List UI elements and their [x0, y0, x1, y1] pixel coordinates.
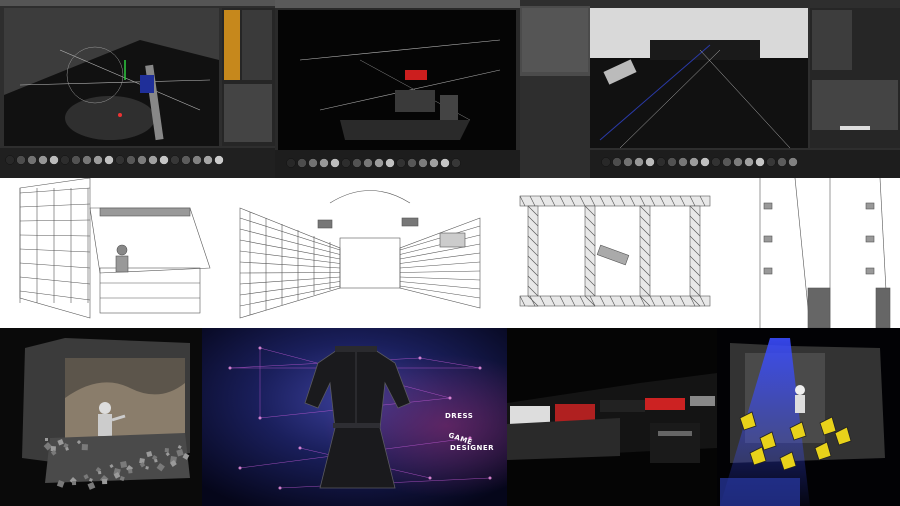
software-screenshots-row — [0, 0, 900, 178]
wireframe-sketches-svg — [0, 178, 891, 328]
wireframe-tunnel — [239, 190, 481, 319]
software-screenshots-svg — [0, 0, 900, 178]
3d-viewport-camera — [275, 0, 520, 178]
render-club-interior — [507, 328, 717, 506]
3d-viewport-stage — [520, 0, 900, 178]
render-rock-booth — [0, 328, 202, 506]
3d-viewport-perspective — [0, 0, 275, 178]
wireframe-dj-booth — [0, 178, 230, 328]
render-projection-booth — [717, 328, 900, 506]
render-dress: DRESS GAME DESIGNER — [202, 328, 507, 506]
wireframe-wall-lights — [759, 178, 891, 328]
dress-word-designer: DESIGNER — [450, 444, 494, 452]
dress-word-dress: DRESS — [445, 412, 473, 420]
renders-row: DRESS GAME DESIGNER — [0, 328, 900, 506]
wireframe-truss-frame — [519, 195, 711, 307]
wireframe-sketches-row — [0, 178, 900, 328]
renders-svg: DRESS GAME DESIGNER — [0, 328, 900, 506]
